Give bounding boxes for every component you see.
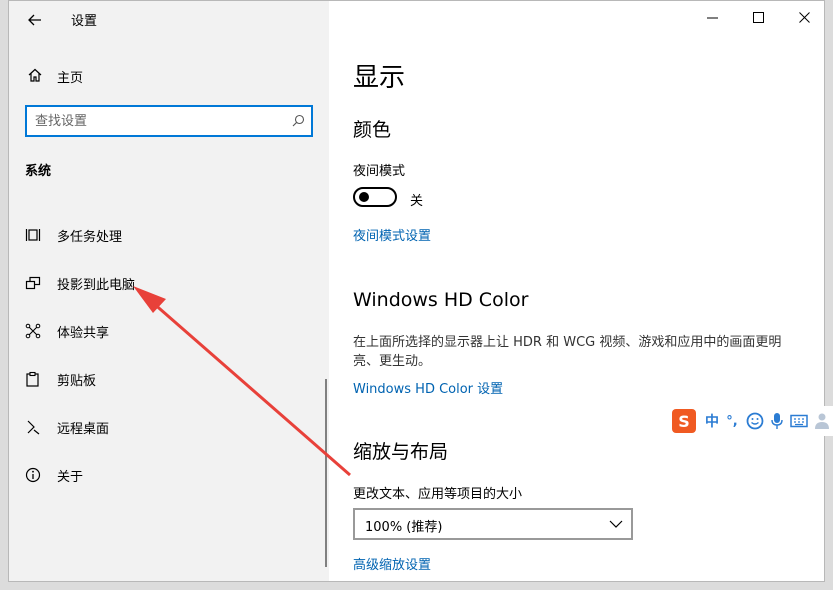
- ime-toolbar[interactable]: S 中 °,: [668, 406, 833, 436]
- close-icon: [798, 11, 810, 23]
- info-icon: [25, 467, 41, 483]
- back-button[interactable]: [17, 5, 53, 35]
- sidebar-item-label: 剪贴板: [57, 374, 97, 389]
- page-title: 显示: [353, 63, 406, 93]
- sidebar-item-shared-experiences[interactable]: 体验共享: [19, 311, 319, 351]
- sidebar-item-label: 投影到此电脑: [57, 278, 136, 293]
- home-label: 主页: [57, 71, 84, 86]
- minimize-button[interactable]: [689, 1, 735, 33]
- project-icon: [25, 276, 41, 290]
- night-mode-state: 关: [410, 194, 424, 209]
- settings-window: 设置 主页 系统 多任务处理 投影到此电脑 体验共享 剪贴板 远程桌面: [8, 0, 825, 582]
- hd-color-settings-link[interactable]: Windows HD Color 设置: [353, 378, 503, 397]
- shared-experiences-icon: [25, 323, 41, 339]
- back-arrow-icon: [28, 14, 41, 26]
- maximize-button[interactable]: [735, 1, 781, 33]
- sidebar-item-clipboard[interactable]: 剪贴板: [19, 359, 319, 399]
- search-icon: [292, 114, 305, 127]
- scale-label: 更改文本、应用等项目的大小: [353, 487, 523, 502]
- sidebar-item-label: 多任务处理: [57, 230, 123, 245]
- emoji-icon[interactable]: [746, 412, 764, 430]
- remote-desktop-icon: [27, 420, 40, 435]
- sidebar-item-label: 远程桌面: [57, 422, 110, 437]
- close-button[interactable]: [781, 1, 824, 33]
- night-mode-label: 夜间模式: [353, 164, 406, 179]
- microphone-icon[interactable]: [770, 412, 784, 430]
- advanced-scaling-link[interactable]: 高级缩放设置: [353, 554, 431, 573]
- scale-layout-heading: 缩放与布局: [353, 441, 449, 463]
- sidebar-item-remote-desktop[interactable]: 远程桌面: [19, 407, 319, 447]
- multitasking-icon: [25, 229, 41, 241]
- night-mode-settings-link[interactable]: 夜间模式设置: [353, 225, 431, 244]
- sidebar-scrollbar[interactable]: [325, 379, 327, 567]
- hd-color-description: 在上面所选择的显示器上让 HDR 和 WCG 视频、游戏和应用中的画面更明亮、更…: [353, 335, 782, 369]
- search-input[interactable]: [35, 112, 275, 130]
- sidebar-item-label: 体验共享: [57, 326, 110, 341]
- section-label: 系统: [25, 164, 52, 179]
- chevron-down-icon: [609, 520, 623, 528]
- hd-color-heading: Windows HD Color: [353, 289, 529, 311]
- ime-punctuation[interactable]: °,: [724, 412, 740, 430]
- ime-mode[interactable]: 中: [704, 412, 720, 430]
- clipboard-icon: [26, 371, 39, 387]
- app-title: 设置: [71, 14, 98, 29]
- sidebar: 设置 主页 系统 多任务处理 投影到此电脑 体验共享 剪贴板 远程桌面: [9, 1, 329, 581]
- scale-selected-value: 100% (推荐): [365, 520, 443, 535]
- user-icon[interactable]: [814, 412, 830, 430]
- night-mode-toggle[interactable]: [353, 187, 397, 207]
- home-icon: [28, 68, 42, 82]
- sidebar-item-multitasking[interactable]: 多任务处理: [19, 215, 319, 255]
- minimize-icon: [706, 17, 718, 18]
- ime-logo[interactable]: S: [672, 409, 696, 433]
- maximize-icon: [752, 11, 764, 23]
- color-section-heading: 颜色: [353, 119, 392, 141]
- search-box[interactable]: [25, 105, 313, 137]
- scale-dropdown[interactable]: 100% (推荐): [353, 508, 633, 540]
- sidebar-item-project[interactable]: 投影到此电脑: [19, 263, 319, 303]
- sidebar-item-label: 关于: [57, 470, 84, 485]
- sidebar-item-about[interactable]: 关于: [19, 455, 319, 495]
- keyboard-icon[interactable]: [790, 412, 808, 430]
